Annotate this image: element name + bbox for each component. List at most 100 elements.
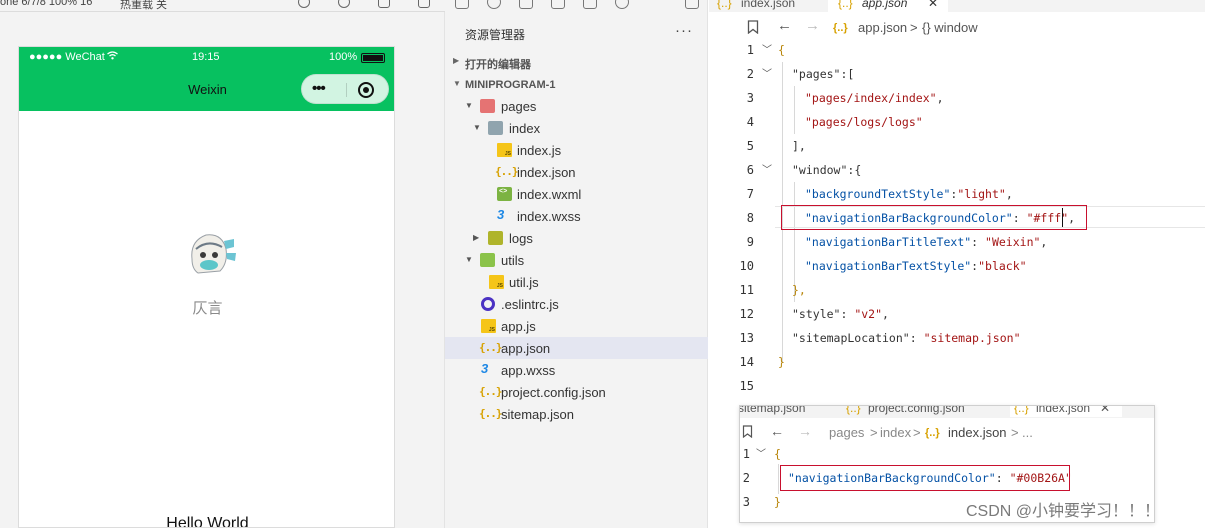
tree-item-index-folder[interactable]: ▼ index: [445, 117, 708, 139]
line-number: 2: [746, 67, 754, 81]
avatar[interactable]: [180, 223, 240, 283]
back-arrow-icon[interactable]: ←: [770, 423, 784, 439]
code-line-14: }: [778, 355, 785, 369]
split-icon[interactable]: [685, 0, 699, 9]
fold-chevron-icon[interactable]: ﹀: [762, 41, 772, 56]
phone-icon[interactable]: [378, 0, 390, 8]
breadcrumb-file[interactable]: app.json: [858, 20, 907, 35]
forward-arrow-icon[interactable]: →: [798, 423, 812, 439]
breadcrumb-index[interactable]: index: [880, 425, 911, 440]
back-arrow-icon[interactable]: ←: [777, 17, 792, 34]
simulator-panel: one 6/7/8 100% 16 热重载 关 ●●●●● WeChat 19:…: [0, 0, 445, 528]
fold-chevron-icon[interactable]: ﹀: [762, 161, 772, 176]
tree-item-label: index.wxss: [517, 209, 581, 224]
code-line-3: "pages/index/index",: [805, 91, 944, 105]
breadcrumb-symbol[interactable]: {} window: [922, 20, 978, 35]
line-number: 3: [742, 495, 750, 509]
breadcrumb-file[interactable]: index.json: [948, 425, 1007, 440]
json-file-icon: {..}: [479, 341, 503, 354]
line-number: 7: [746, 187, 754, 201]
more-dots-icon[interactable]: •••: [312, 81, 326, 96]
tree-item-utils[interactable]: ▼ utils: [445, 249, 708, 271]
tree-item-index-json[interactable]: {..} index.json: [445, 161, 708, 183]
code-line-10: "navigationBarTextStyle":"black": [805, 259, 1027, 273]
tree-item-sitemap[interactable]: {..} sitemap.json: [445, 403, 708, 425]
json-file-icon: {..}: [846, 406, 861, 415]
code-line-5: ],: [792, 139, 806, 153]
tab-sitemap-json[interactable]: sitemap.json: [740, 406, 805, 415]
device-selector[interactable]: one 6/7/8 100% 16: [0, 0, 92, 8]
tree-item-label: sitemap.json: [501, 407, 574, 422]
tree-item-eslintrc[interactable]: .eslintrc.js: [445, 293, 708, 315]
stop-icon[interactable]: [338, 0, 350, 8]
line-number: 15: [739, 379, 754, 393]
tab-index-json[interactable]: {..} index.json: [709, 0, 827, 12]
close-icon[interactable]: ✕: [1100, 406, 1110, 415]
code-line-9: "navigationBarTitleText": "Weixin",: [805, 235, 1048, 249]
fold-chevron-icon[interactable]: ﹀: [762, 65, 772, 80]
open-editors-section[interactable]: ▶ 打开的编辑器: [445, 51, 708, 73]
json-file-icon: {..}: [838, 0, 853, 10]
tree-item-util-js[interactable]: util.js: [445, 271, 708, 293]
tree-item-label: index: [509, 121, 541, 136]
search-icon[interactable]: [487, 0, 501, 9]
code-line-1: {: [774, 447, 781, 461]
fold-chevron-icon[interactable]: ﹀: [756, 445, 766, 460]
tab-project-config[interactable]: project.config.json: [868, 406, 965, 415]
code-line-13: "sitemapLocation": "sitemap.json": [792, 331, 1021, 345]
tree-item-index-wxss[interactable]: 3 index.wxss: [445, 205, 708, 227]
tab-app-json[interactable]: {..} app.json ✕: [828, 0, 948, 12]
tab-label: index.json: [1036, 406, 1091, 415]
tree-item-index-js[interactable]: index.js: [445, 139, 708, 161]
bookmark-icon[interactable]: [747, 20, 759, 37]
json-file-icon: {..}: [479, 385, 503, 398]
breadcrumb-pages[interactable]: pages: [829, 425, 864, 440]
line-number: 13: [739, 331, 754, 345]
code-line-2: "pages":[: [792, 67, 855, 81]
breadcrumb-separator: >: [913, 425, 921, 440]
source-control-icon[interactable]: [519, 0, 533, 9]
tree-item-pages[interactable]: ▼ pages: [445, 95, 708, 117]
files-icon[interactable]: [455, 0, 469, 9]
bookmark-icon[interactable]: [742, 425, 753, 441]
close-target-icon[interactable]: [358, 82, 374, 98]
hot-reload-toggle[interactable]: 热重载 关: [120, 0, 167, 11]
cloud-icon[interactable]: [615, 0, 629, 9]
line-number: 1: [742, 447, 750, 461]
battery-icon: [361, 53, 385, 63]
project-section[interactable]: ▼ MINIPROGRAM-1: [445, 74, 708, 96]
json-file-icon: {..}: [495, 165, 519, 178]
line-number: 6: [746, 163, 754, 177]
breadcrumb-separator: >: [910, 20, 918, 35]
annotation-box: [781, 205, 1087, 230]
capsule-menu[interactable]: •••: [301, 74, 389, 104]
json-file-icon: {..}: [925, 427, 940, 439]
tree-item-logs[interactable]: ▶ logs: [445, 227, 708, 249]
project-label: MINIPROGRAM-1: [465, 79, 556, 91]
extensions-icon[interactable]: [551, 0, 565, 9]
phone-screen: ●●●●● WeChat 19:15 100% Weixin ••• 仄言 He…: [18, 46, 395, 528]
wifi-icon: [107, 51, 118, 63]
editor-tabs: {..} index.json {..} app.json ✕: [709, 0, 1205, 12]
copy-icon[interactable]: [418, 0, 430, 8]
tree-item-label: index.wxml: [517, 187, 582, 202]
tree-item-app-json[interactable]: {..} app.json: [445, 337, 708, 359]
tree-item-index-wxml[interactable]: index.wxml: [445, 183, 708, 205]
line-number: 8: [746, 211, 754, 225]
forward-arrow-icon[interactable]: →: [805, 17, 820, 34]
more-actions-icon[interactable]: ···: [675, 22, 693, 39]
tree-item-app-js[interactable]: app.js: [445, 315, 708, 337]
tab-label: index.json: [741, 0, 796, 10]
chevron-down-icon: ▼: [473, 123, 481, 132]
folder-icon: [480, 99, 495, 113]
code-line-6: "window":{: [792, 163, 862, 177]
js-file-icon: [489, 275, 504, 289]
refresh-icon[interactable]: [298, 0, 310, 8]
close-icon[interactable]: ✕: [928, 0, 938, 10]
save-icon[interactable]: [583, 0, 597, 9]
tree-item-app-wxss[interactable]: 3 app.wxss: [445, 359, 708, 381]
navigation-bar: Weixin •••: [19, 69, 394, 111]
tree-item-project-config[interactable]: {..} project.config.json: [445, 381, 708, 403]
js-file-icon: [481, 319, 496, 333]
breadcrumb-more[interactable]: ...: [1022, 425, 1033, 440]
